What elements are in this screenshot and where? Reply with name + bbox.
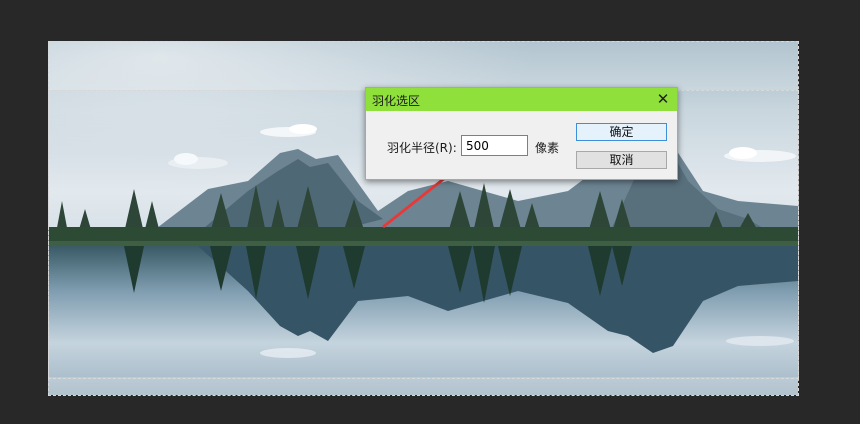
- ok-button[interactable]: 确定: [576, 123, 667, 141]
- dialog-titlebar[interactable]: 羽化选区 ✕: [366, 88, 677, 111]
- feather-radius-input[interactable]: [461, 135, 528, 156]
- cancel-button[interactable]: 取消: [576, 151, 667, 169]
- feather-radius-label: 羽化半径(R):: [387, 141, 457, 155]
- close-icon[interactable]: ✕: [653, 90, 673, 109]
- feather-selection-dialog: 羽化选区 ✕ 羽化半径(R): 像素 确定 取消: [365, 87, 678, 180]
- annotation-arrow: [382, 157, 471, 229]
- pixel-unit-label: 像素: [535, 141, 560, 155]
- dialog-title: 羽化选区: [372, 94, 421, 108]
